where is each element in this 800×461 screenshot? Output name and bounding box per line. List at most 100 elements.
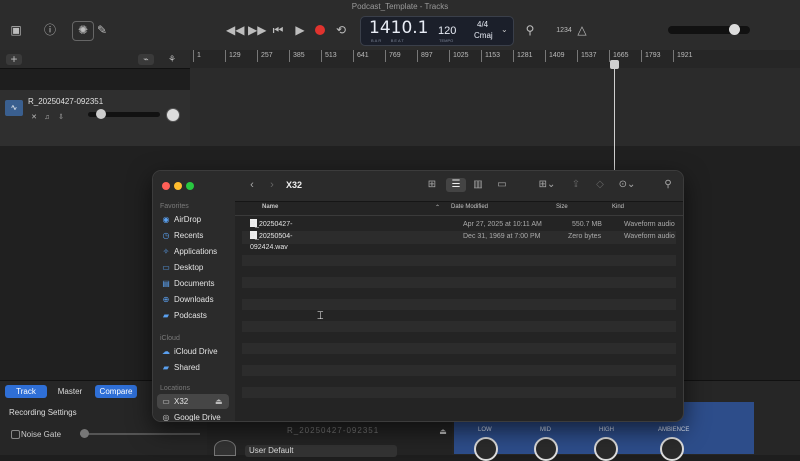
preset-dropdown[interactable]: User Default xyxy=(245,445,397,457)
track-lane[interactable] xyxy=(190,68,800,146)
ruler-tick: 1921 xyxy=(673,50,693,62)
go-to-start-icon[interactable]: ⏮ xyxy=(271,22,285,38)
lcd-bar-position: 1410.1 xyxy=(369,18,429,38)
row-stripe xyxy=(242,299,676,310)
play-icon[interactable]: ▶ xyxy=(293,22,307,38)
sidebar-item-x32[interactable]: ▭ X32 ⏏ xyxy=(157,394,229,409)
lcd-display[interactable]: 1410.1 BAR BEAT 120 TEMPO 4/4 Cmaj ⌄ xyxy=(360,16,514,46)
share-icon[interactable]: ⇪ xyxy=(567,179,585,190)
column-header-name[interactable]: Name xyxy=(262,204,278,210)
tuner-icon[interactable]: ⚲ xyxy=(522,22,538,38)
list-view-icon[interactable]: ☰ xyxy=(446,178,466,192)
eq-high-label: HIGH xyxy=(599,427,614,433)
folder-title: X32 xyxy=(286,180,303,190)
eq-mid-knob[interactable] xyxy=(534,437,558,461)
input-monitor-icon[interactable]: ⇩ xyxy=(56,110,66,126)
editors-icon[interactable]: ✎ xyxy=(94,22,110,38)
eq-low-knob[interactable] xyxy=(474,437,498,461)
noise-gate-checkbox[interactable] xyxy=(11,430,20,439)
sidebar-item-icloud-drive[interactable]: ☁ iCloud Drive xyxy=(157,344,229,359)
minimize-button[interactable] xyxy=(174,182,182,190)
headphones-icon[interactable]: ♫ xyxy=(42,110,52,126)
icon-view-icon[interactable]: ⊞ xyxy=(423,179,441,190)
record-button[interactable] xyxy=(315,25,325,35)
flex-icon[interactable]: ⚘ xyxy=(164,54,180,65)
file-size: Zero bytes xyxy=(568,233,602,240)
cycle-icon[interactable]: ⟲ xyxy=(334,22,348,38)
file-row[interactable]: R_20250504-092424.wav Dec 31, 1969 at 7:… xyxy=(242,231,676,251)
gallery-view-icon[interactable]: ▭ xyxy=(493,179,511,190)
track-volume-slider[interactable] xyxy=(88,109,160,119)
tab-master[interactable]: Master xyxy=(49,385,91,398)
automation-icon[interactable]: ⌁ xyxy=(138,54,154,65)
mute-icon[interactable]: ✕ xyxy=(29,110,39,126)
ruler-tick: 257 xyxy=(257,50,273,62)
download-icon: ⊕ xyxy=(162,295,170,304)
timeline-ruler[interactable]: 1 129 257 385 513 641 769 897 1025 1153 1281 1409 15… xyxy=(190,50,800,69)
eq-high-knob[interactable] xyxy=(594,437,618,461)
ruler-tick: 1025 xyxy=(449,50,469,62)
sidebar-item-label: Shared xyxy=(174,363,200,372)
lcd-time-signature: 4/4 xyxy=(477,20,489,29)
noise-gate-slider[interactable] xyxy=(80,429,200,438)
sidebar-item-downloads[interactable]: ⊕ Downloads xyxy=(157,292,229,307)
add-track-icon[interactable]: + xyxy=(6,53,22,65)
drive-icon: ◎ xyxy=(162,413,170,422)
file-name: R_20250504-092424.wav xyxy=(250,233,293,251)
noise-gate-label: Noise Gate xyxy=(21,430,62,439)
sidebar-item-recents[interactable]: ◷ Recents xyxy=(157,228,229,243)
eq-ambience-knob[interactable] xyxy=(660,437,684,461)
sidebar-item-airdrop[interactable]: ◉ AirDrop xyxy=(157,212,229,227)
cloud-icon: ☁ xyxy=(162,347,170,356)
playhead[interactable] xyxy=(614,60,615,170)
count-in-icon[interactable]: 1234 xyxy=(554,23,574,39)
close-button[interactable] xyxy=(162,182,170,190)
forward-icon[interactable]: › xyxy=(263,179,281,191)
sidebar-item-desktop[interactable]: ▭ Desktop xyxy=(157,260,229,275)
sidebar-item-label: X32 xyxy=(174,397,189,406)
airdrop-icon: ◉ xyxy=(162,215,170,224)
track-volume-knob[interactable] xyxy=(96,109,106,119)
more-actions-icon[interactable]: ⊙⌄ xyxy=(615,179,639,190)
column-header-kind[interactable]: Kind xyxy=(612,204,624,210)
sidebar-item-applications[interactable]: ✧ Applications xyxy=(157,244,229,259)
noise-gate-slider-knob[interactable] xyxy=(80,429,89,438)
file-date: Dec 31, 1969 at 7:00 PM xyxy=(463,233,541,240)
fast-forward-icon[interactable]: ▶▶ xyxy=(248,22,266,38)
help-icon[interactable]: ⓘ xyxy=(42,22,58,38)
eject-icon[interactable]: ⏏ xyxy=(437,424,449,440)
smart-controls-icon[interactable]: ✺ xyxy=(72,21,94,41)
lcd-chevron-down-icon[interactable]: ⌄ xyxy=(501,25,508,34)
shared-folder-icon: ▰ xyxy=(162,363,170,372)
sidebar-item-podcasts[interactable]: ▰ Podcasts xyxy=(157,308,229,323)
track-pan-knob[interactable] xyxy=(166,108,180,122)
sidebar-item-documents[interactable]: ▤ Documents xyxy=(157,276,229,291)
column-header-date[interactable]: Date Modified xyxy=(451,204,488,210)
master-volume-slider[interactable] xyxy=(668,24,750,35)
sidebar-item-shared[interactable]: ▰ Shared xyxy=(157,360,229,375)
row-stripe xyxy=(242,343,676,354)
file-row[interactable]: R_20250427-092351.wav Apr 27, 2025 at 10… xyxy=(242,219,676,239)
file-date: Apr 27, 2025 at 10:11 AM xyxy=(463,221,542,228)
master-volume-knob[interactable] xyxy=(729,24,740,35)
sidebar-item-label: AirDrop xyxy=(174,215,202,224)
column-view-icon[interactable]: ▥ xyxy=(469,179,487,190)
tag-icon[interactable]: ◇ xyxy=(591,179,609,190)
compare-button[interactable]: Compare xyxy=(95,385,137,398)
clock-icon: ◷ xyxy=(162,231,170,240)
group-icon[interactable]: ⊞⌄ xyxy=(535,179,559,190)
sidebar-section-favorites: Favorites xyxy=(160,203,189,210)
eject-icon[interactable]: ⏏ xyxy=(215,394,223,409)
search-icon[interactable]: ⚲ xyxy=(659,179,677,190)
library-icon[interactable]: ▣ xyxy=(8,22,24,38)
sidebar-item-google-drive[interactable]: ◎ Google Drive xyxy=(157,410,229,422)
column-header-size[interactable]: Size xyxy=(556,204,568,210)
rewind-icon[interactable]: ◀◀ xyxy=(226,22,244,38)
eq-mid-label: MID xyxy=(540,427,551,433)
tab-track[interactable]: Track xyxy=(5,385,47,398)
metronome-icon[interactable]: △ xyxy=(575,22,589,38)
back-icon[interactable]: ‹ xyxy=(243,179,261,191)
zoom-button[interactable] xyxy=(186,182,194,190)
sort-chevron-icon[interactable]: ⌃ xyxy=(435,204,440,211)
ruler-tick: 1 xyxy=(193,50,201,62)
